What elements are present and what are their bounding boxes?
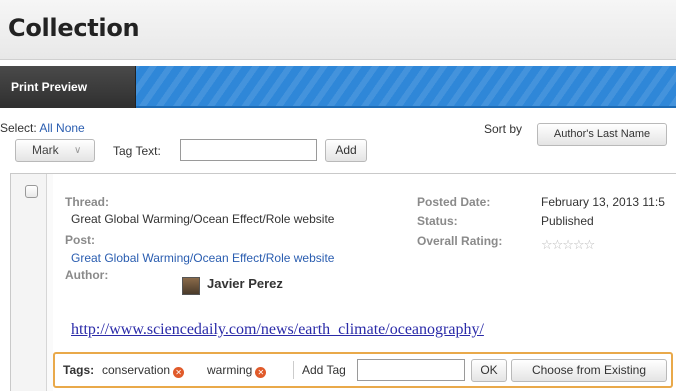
rating-label: Overall Rating:	[417, 234, 503, 248]
add-tag-text-button[interactable]: Add	[325, 139, 367, 162]
ok-button[interactable]: OK	[471, 359, 507, 382]
tag-warming: warming ✕	[207, 363, 267, 378]
star-rating[interactable]: ☆☆☆☆☆	[541, 237, 595, 253]
select-row: Select: All None	[0, 121, 85, 135]
tags-label: Tags:	[63, 363, 95, 377]
author-name: Javier Perez	[207, 276, 283, 291]
mark-dropdown[interactable]: Mark ∨	[15, 139, 95, 162]
posted-date-label: Posted Date:	[417, 195, 491, 209]
sort-by-author-button[interactable]: Author's Last Name	[537, 123, 667, 146]
thread-value: Great Global Warming/Ocean Effect/Role w…	[71, 212, 335, 226]
add-tag-label: Add Tag	[302, 363, 346, 377]
mark-label: Mark	[32, 143, 59, 157]
choose-from-existing-button[interactable]: Choose from Existing	[511, 359, 667, 382]
select-none-link[interactable]: None	[56, 121, 85, 135]
sort-label: Sort by	[484, 122, 523, 136]
tag-bar: Tags: conservation ✕ warming ✕ Add Tag OK …	[53, 352, 673, 388]
post-gutter	[11, 174, 47, 391]
tag-text-label: Tag Text:	[113, 144, 161, 158]
post-link[interactable]: Great Global Warming/Ocean Effect/Role w…	[71, 251, 334, 265]
remove-tag-icon[interactable]: ✕	[255, 367, 267, 378]
post-label: Post:	[65, 233, 95, 247]
divider	[293, 361, 294, 379]
thread-label: Thread:	[65, 195, 110, 209]
external-url-link[interactable]: http://www.sciencedaily.com/news/earth_c…	[71, 321, 484, 339]
print-preview-button[interactable]: Print Preview	[0, 66, 136, 108]
status-label: Status:	[417, 214, 458, 228]
select-label: Select:	[0, 121, 37, 135]
post-select-checkbox[interactable]	[25, 185, 38, 198]
author-label: Author:	[65, 268, 109, 282]
avatar	[182, 277, 200, 295]
select-all-link[interactable]: All	[39, 121, 52, 135]
action-toolbar: Print Preview	[0, 66, 676, 108]
tag-conservation: conservation ✕	[102, 363, 185, 378]
posted-date-value: February 13, 2013 11:5	[541, 195, 665, 209]
page-title: Collection	[8, 14, 140, 42]
add-tag-input[interactable]	[357, 359, 465, 381]
page-header: Collection	[0, 0, 676, 60]
chevron-down-icon: ∨	[74, 145, 82, 156]
tag-text-input[interactable]	[180, 139, 317, 161]
status-value: Published	[541, 214, 594, 228]
tag-name: conservation	[102, 363, 171, 377]
remove-tag-icon[interactable]: ✕	[173, 367, 185, 378]
tag-name: warming	[207, 363, 253, 377]
